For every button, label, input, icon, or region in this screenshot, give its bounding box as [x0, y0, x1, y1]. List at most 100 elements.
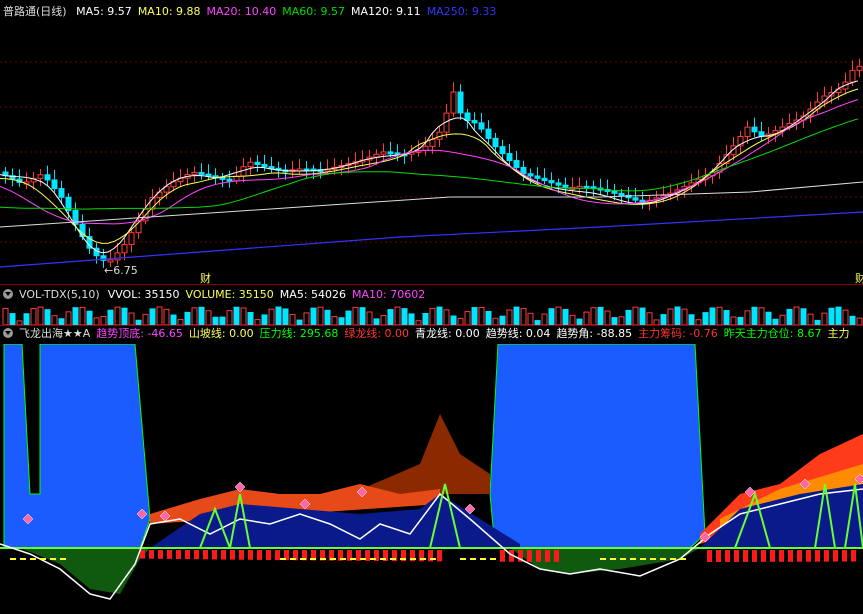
- main-chip-bar: [239, 550, 244, 560]
- volume-bar: [723, 310, 730, 325]
- volume-bar: [429, 307, 436, 325]
- main-chip-bar: [554, 550, 559, 562]
- low-price-label: ←6.75: [104, 264, 138, 277]
- candle-body: [849, 69, 856, 83]
- volume-bar: [387, 309, 394, 325]
- main-chip-bar: [743, 550, 748, 562]
- volume-bar: [310, 307, 317, 325]
- volume-bar: [737, 316, 744, 325]
- volume-bar: [149, 308, 156, 325]
- main-chip-bar: [761, 550, 766, 562]
- main-chip-bar: [185, 550, 190, 560]
- volume-bar: [590, 307, 597, 325]
- volume-bar: [51, 315, 58, 325]
- indicator-value-5: 趋势线: 0.04: [485, 327, 551, 340]
- volume-bar: [275, 306, 282, 325]
- indicator-header: 飞龙出海★★A 趋势顶底: -46.65 山坡线: 0.00 压力线: 295.68 绿…: [0, 326, 863, 342]
- volume-bar: [408, 313, 415, 325]
- volume-bar: [268, 308, 275, 325]
- volume-bar: [709, 307, 716, 325]
- main-chip-bar: [716, 550, 721, 562]
- candle-body: [513, 160, 520, 168]
- volume-bar: [583, 311, 590, 325]
- main-chip-bar: [707, 550, 712, 562]
- indicator-value-3: 绿龙线: 0.00: [344, 327, 410, 340]
- volume-bar: [688, 314, 695, 325]
- volume-bar: [247, 311, 254, 325]
- indicator-chart[interactable]: [0, 344, 863, 614]
- volume-bar: [65, 311, 72, 325]
- volume-bar: [618, 316, 625, 325]
- volume-bar: [156, 306, 163, 325]
- candle-body: [107, 259, 114, 263]
- candle-body: [261, 164, 268, 168]
- main-chip-bar: [752, 550, 757, 562]
- finance-marker: 财: [200, 271, 211, 284]
- ma-value-4: MA120: 9.11: [350, 5, 421, 18]
- candle-body: [611, 190, 618, 194]
- volume-bar: [170, 314, 177, 325]
- volume-bar: [800, 308, 807, 325]
- main-chip-bar: [527, 550, 532, 562]
- panel-divider: [0, 284, 863, 285]
- candle-body: [128, 232, 135, 245]
- indicator-title[interactable]: 飞龙出海★★A: [19, 327, 90, 340]
- volume-bar: [681, 308, 688, 325]
- candle-body: [632, 197, 639, 201]
- main-chip-bar: [500, 550, 505, 562]
- volume-bar: [513, 306, 520, 325]
- main-chip-bar: [788, 550, 793, 562]
- main-chip-bar: [158, 550, 163, 559]
- candle-body: [58, 188, 65, 198]
- candle-body: [485, 128, 492, 139]
- candle-body: [121, 243, 128, 254]
- main-chip-bar: [734, 550, 739, 562]
- volume-bar: [331, 316, 338, 325]
- candle-body: [422, 145, 429, 151]
- volume-title[interactable]: VOL-TDX(5,10): [19, 288, 100, 301]
- main-chip-bar: [536, 550, 541, 562]
- volume-bar: [625, 309, 632, 325]
- candle-body: [254, 161, 261, 166]
- volume-bar: [366, 311, 373, 325]
- volume-bar: [44, 309, 51, 325]
- ma-value-0: MA5: 9.57: [76, 5, 132, 18]
- volume-bar: [128, 312, 135, 325]
- indicator-value-6: 趋势角: -88.85: [556, 327, 633, 340]
- candle-body: [506, 153, 513, 162]
- volume-bar: [492, 317, 499, 325]
- indicator-value-8: 昨天主力仓位: 8.67: [723, 327, 822, 340]
- ma120-line: [0, 181, 863, 228]
- candle-body: [226, 178, 233, 182]
- volume-bar: [548, 308, 555, 325]
- volume-bar: [450, 315, 457, 325]
- volume-bar: [639, 307, 646, 325]
- pressure-peak: [350, 414, 490, 494]
- stock-title[interactable]: 普路通(日线): [3, 5, 67, 18]
- volume-bar: [380, 315, 387, 325]
- volume-bar: [79, 306, 86, 325]
- main-chip-bar: [266, 550, 271, 560]
- indicator-value-0: 趋势顶底: -46.65: [96, 327, 183, 340]
- vol-value-3: MA10: 70602: [352, 288, 426, 301]
- volume-bar: [93, 317, 100, 325]
- candle-body: [37, 174, 44, 179]
- collapse-volume-icon[interactable]: [3, 289, 13, 299]
- volume-bar: [23, 313, 30, 325]
- volume-bar: [205, 310, 212, 325]
- main-chip-bar: [203, 550, 208, 560]
- volume-bar: [163, 308, 170, 325]
- ma-value-3: MA60: 9.57: [282, 5, 345, 18]
- vol-value-2: MA5: 54026: [279, 288, 347, 301]
- candle-body: [534, 175, 541, 179]
- volume-chart[interactable]: [0, 305, 863, 325]
- volume-bar: [198, 306, 205, 325]
- volume-bar: [212, 316, 219, 325]
- indicator-value-7: 主力筹码: -0.76: [638, 327, 718, 340]
- volume-bar: [856, 317, 863, 325]
- candlestick-chart[interactable]: ←6.75 财 财: [0, 22, 863, 284]
- collapse-indicator-icon[interactable]: [3, 328, 13, 338]
- volume-bar: [807, 313, 814, 325]
- volume-bar: [506, 309, 513, 325]
- volume-bar: [751, 306, 758, 325]
